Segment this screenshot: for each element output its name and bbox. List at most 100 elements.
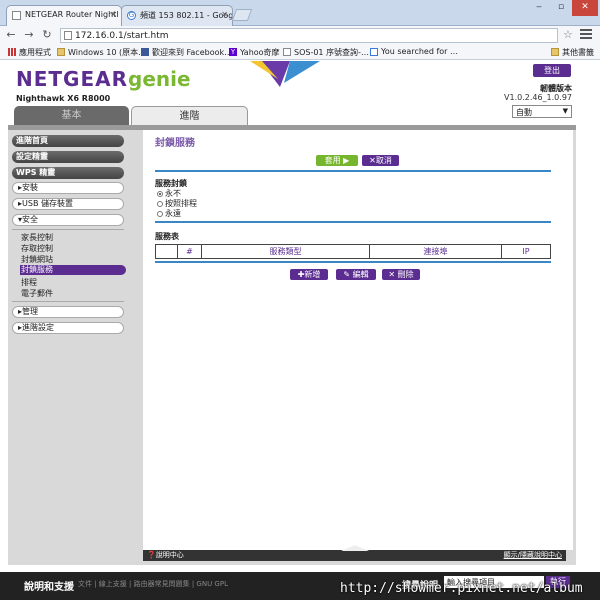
close-tab-icon[interactable]: ✕ bbox=[110, 10, 117, 19]
bookmark-facebook[interactable]: 歡迎來到 Facebook… bbox=[141, 47, 232, 58]
yahoo-icon: Y bbox=[229, 48, 237, 56]
apps-icon bbox=[8, 48, 16, 56]
menu-icon[interactable] bbox=[580, 29, 592, 41]
bookmarks-bar: 應用程式 Windows 10 (原本… 歡迎來到 Facebook… Y Yah… bbox=[0, 45, 600, 60]
language-value: 自動 bbox=[516, 108, 532, 117]
sidebar-item-email[interactable]: 電子郵件 bbox=[21, 288, 53, 299]
help-bar: ❓說明中心 顯示/隱藏說明中心 bbox=[143, 545, 566, 561]
radio-icon bbox=[157, 211, 163, 217]
firmware-version: V1.0.2.46_1.0.97 bbox=[504, 93, 572, 102]
page-icon bbox=[64, 31, 72, 40]
logout-button[interactable]: 登出 bbox=[533, 64, 571, 77]
radio-label: 永遠 bbox=[165, 209, 181, 218]
delete-button[interactable]: ✕ 刪除 bbox=[382, 269, 420, 280]
bookmark-other[interactable]: 其他書籤 bbox=[551, 47, 594, 58]
sidebar-item-block-sites[interactable]: 封鎖網站 bbox=[21, 254, 53, 265]
sidebar-item-schedule[interactable]: 排程 bbox=[21, 277, 37, 288]
logo-netgear-text: NETGEAR bbox=[16, 67, 128, 91]
sidebar-item-wps-wizard[interactable]: WPS 精靈 bbox=[12, 167, 124, 179]
sidebar-item-access-control[interactable]: 存取控制 bbox=[21, 243, 53, 254]
help-center-link[interactable]: ❓說明中心 bbox=[147, 550, 184, 561]
bookmark-label: 其他書籤 bbox=[562, 48, 594, 57]
sidebar-item-block-services[interactable]: 封鎖服務 bbox=[20, 265, 126, 275]
forward-icon[interactable]: → bbox=[22, 28, 36, 42]
radio-icon bbox=[157, 201, 163, 207]
page-icon bbox=[12, 11, 21, 20]
show-hide-help-link[interactable]: 顯示/隱藏說明中心 bbox=[504, 550, 562, 561]
page-icon bbox=[283, 48, 291, 56]
footer-title: 說明和支援 bbox=[24, 582, 74, 593]
browser-tab-netgear[interactable]: NETGEAR Router Nightl ✕ bbox=[6, 5, 122, 26]
column-header-port: 連接埠 bbox=[369, 244, 502, 259]
column-header bbox=[155, 244, 178, 259]
column-header-service-type: 服務類型 bbox=[201, 244, 370, 259]
content-panel: 封鎖服務 套用 ▶ ✕取消 服務封鎖 永不 按照排程 永遠 服務表 # 服務類型… bbox=[143, 130, 573, 550]
sidebar-item-parental-control[interactable]: 家長控制 bbox=[21, 232, 53, 243]
url-input[interactable]: 172.16.0.1/start.htm bbox=[60, 28, 558, 43]
bookmark-label: Windows 10 (原本… bbox=[68, 48, 147, 57]
sidebar-item-advanced-setup[interactable]: ▸進階設定 bbox=[12, 322, 124, 334]
tab-label: NETGEAR Router Nightl bbox=[25, 10, 119, 19]
expand-help-icon[interactable] bbox=[341, 545, 369, 551]
maximize-icon[interactable]: ▫ bbox=[550, 0, 572, 16]
bookmark-label: 應用程式 bbox=[19, 48, 51, 57]
divider bbox=[155, 221, 551, 223]
divider bbox=[155, 170, 551, 172]
url-text: 172.16.0.1/start.htm bbox=[75, 31, 169, 41]
tab-basic[interactable]: 基本 bbox=[14, 106, 129, 125]
radio-label: 按照排程 bbox=[165, 199, 197, 208]
sidebar-item-advanced-home[interactable]: 進階首頁 bbox=[12, 135, 124, 147]
radio-label: 永不 bbox=[165, 189, 181, 198]
sidebar-item-security[interactable]: ▾安全 bbox=[12, 214, 124, 226]
radio-always[interactable]: 永遠 bbox=[157, 208, 181, 219]
apply-button[interactable]: 套用 ▶ bbox=[316, 155, 358, 166]
sidebar-item-setup-wizard[interactable]: 設定精靈 bbox=[12, 151, 124, 163]
watermark-text: http://showmer.pixnet.net/album bbox=[340, 581, 583, 596]
minimize-icon[interactable]: ‒ bbox=[528, 0, 550, 16]
bookmark-label: You searched for … bbox=[381, 47, 458, 56]
service-table-label: 服務表 bbox=[155, 232, 179, 241]
reload-icon[interactable]: ↻ bbox=[40, 28, 54, 42]
bookmark-label: 歡迎來到 Facebook… bbox=[152, 48, 233, 57]
column-header-number: # bbox=[177, 244, 202, 259]
divider bbox=[12, 229, 124, 230]
back-icon[interactable]: ← bbox=[4, 28, 18, 42]
new-tab-button[interactable] bbox=[231, 9, 253, 21]
chevron-down-icon: ▼ bbox=[562, 107, 568, 115]
table-header-row: # 服務類型 連接埠 IP bbox=[155, 244, 551, 259]
sidebar-item-usb[interactable]: ▸USB 儲存裝置 bbox=[12, 198, 124, 210]
footer-links[interactable]: 文件 | 線上支援 | 路由器常見問題集 | GNU GPL bbox=[78, 579, 228, 589]
google-icon: G bbox=[127, 11, 136, 20]
address-bar: ← → ↻ 172.16.0.1/start.htm ☆ bbox=[0, 26, 600, 45]
service-table: # 服務類型 連接埠 IP bbox=[155, 244, 551, 259]
bookmark-star-icon[interactable]: ☆ bbox=[563, 28, 573, 41]
close-window-icon[interactable]: ✕ bbox=[572, 0, 598, 16]
tab-label: 頻道 153 802.11 - Googl bbox=[140, 11, 233, 20]
divider bbox=[155, 261, 551, 263]
close-tab-icon[interactable]: ✕ bbox=[221, 10, 228, 19]
netgear-logo: NETGEARgenie bbox=[16, 67, 191, 91]
bookmark-label: Yahoo奇摩 bbox=[240, 48, 280, 57]
browser-tab-google[interactable]: G 頻道 153 802.11 - Googl ✕ bbox=[121, 5, 233, 26]
folder-icon bbox=[57, 48, 65, 56]
radio-selected-icon bbox=[157, 191, 163, 197]
cancel-button[interactable]: ✕取消 bbox=[362, 155, 399, 166]
add-button[interactable]: ✚新增 bbox=[290, 269, 328, 280]
page-title: 封鎖服務 bbox=[155, 138, 195, 149]
edit-button[interactable]: ✎ 編輯 bbox=[336, 269, 376, 280]
sidebar-item-admin[interactable]: ▸管理 bbox=[12, 306, 124, 318]
bookmark-windows10[interactable]: Windows 10 (原本… bbox=[57, 47, 146, 58]
folder-icon bbox=[551, 48, 559, 56]
bookmark-sos[interactable]: SOS-01 序號查詢-… bbox=[283, 47, 369, 58]
tab-advanced[interactable]: 進階 bbox=[131, 106, 248, 125]
sidebar-item-setup[interactable]: ▸安裝 bbox=[12, 182, 124, 194]
bookmark-yahoo[interactable]: Y Yahoo奇摩 bbox=[229, 47, 280, 58]
bookmark-search[interactable]: You searched for … bbox=[370, 47, 458, 56]
router-model: Nighthawk X6 R8000 bbox=[16, 94, 111, 103]
browser-tabbar: NETGEAR Router Nightl ✕ G 頻道 153 802.11 … bbox=[0, 0, 600, 26]
column-header-ip: IP bbox=[501, 244, 551, 259]
bookmark-label: SOS-01 序號查詢-… bbox=[294, 48, 369, 57]
language-select[interactable]: 自動 ▼ bbox=[512, 105, 572, 118]
bookmark-apps[interactable]: 應用程式 bbox=[8, 47, 51, 58]
divider bbox=[12, 301, 124, 302]
